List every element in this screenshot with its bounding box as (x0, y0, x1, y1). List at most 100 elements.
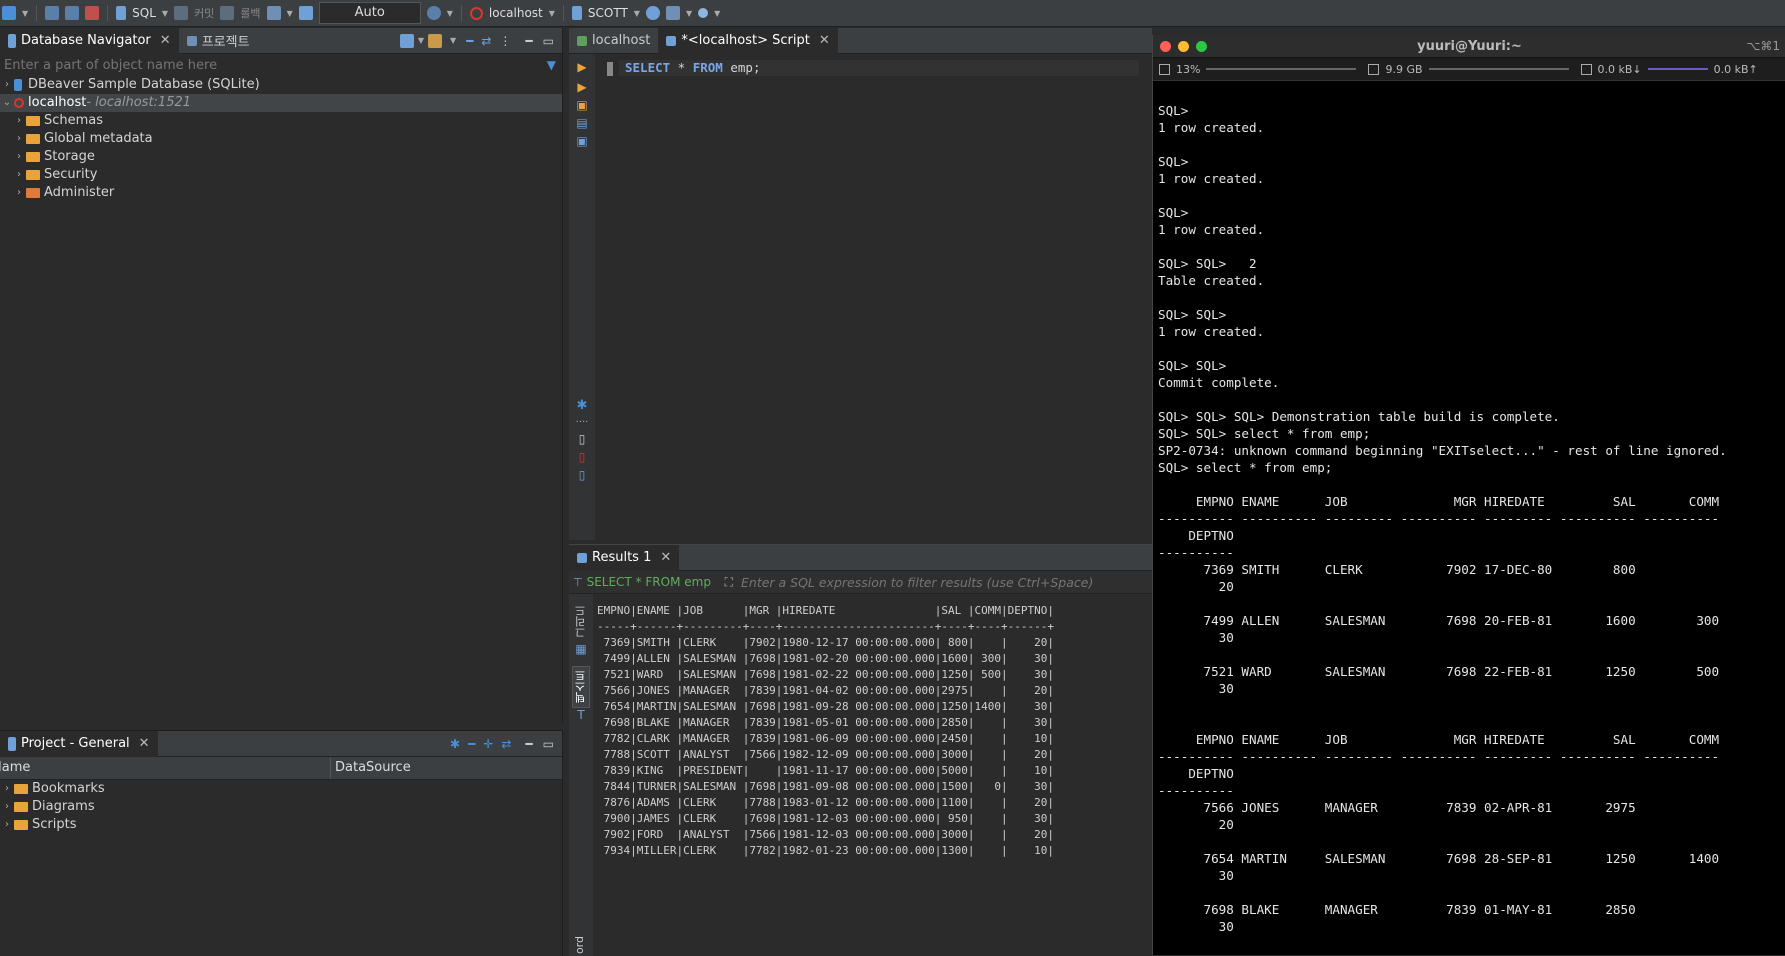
search-icon[interactable] (698, 8, 709, 18)
erd-icon[interactable] (665, 6, 680, 20)
chevron-right-icon[interactable]: › (12, 166, 26, 184)
project-item-bookmarks[interactable]: › Bookmarks (0, 780, 562, 798)
chevron-right-icon[interactable]: › (12, 130, 26, 148)
import-icon[interactable]: ▯ (569, 450, 595, 464)
project-item-diagrams[interactable]: › Diagrams (0, 798, 562, 816)
transaction-mode-display[interactable]: Auto (318, 2, 421, 24)
chevron-right-icon[interactable]: › (0, 76, 14, 94)
dashboard-icon[interactable] (645, 6, 660, 20)
document-icon[interactable]: ▯ (569, 468, 595, 482)
sql-editor-button[interactable]: SQL (132, 6, 156, 20)
record-view-tab[interactable]: ord (573, 936, 586, 954)
chevron-right-icon[interactable]: › (12, 148, 26, 166)
rollback-button[interactable]: 롤백 (240, 5, 260, 21)
chevron-down-icon[interactable]: ▼ (22, 9, 28, 18)
history-icon[interactable] (426, 6, 441, 20)
tab-script[interactable]: *<localhost> Script ✕ (658, 27, 838, 54)
tab-project-general[interactable]: Project - General ✕ (0, 730, 158, 757)
active-schema-selector[interactable]: SCOTT (588, 6, 628, 20)
chevron-right-icon[interactable]: › (12, 184, 26, 202)
editor-line-1[interactable]: SELECT * FROM emp; (607, 60, 1139, 76)
chevron-down-icon[interactable]: ▼ (714, 9, 720, 18)
results-text-view[interactable]: EMPNO|ENAME |JOB |MGR |HIREDATE |SAL |CO… (597, 603, 1149, 953)
link-editor-icon[interactable]: ⇄ (481, 34, 491, 48)
chevron-right-icon[interactable]: › (0, 798, 14, 816)
tree-item-security[interactable]: › Security (0, 166, 562, 184)
column-datasource[interactable]: DataSource (331, 757, 411, 779)
chevron-down-icon[interactable]: ▼ (686, 9, 692, 18)
chevron-down-icon[interactable]: ▼ (162, 9, 168, 18)
navigator-filter-row: ▼ (0, 54, 562, 76)
execute-statement-icon[interactable]: ▶ (569, 60, 595, 74)
chevron-right-icon[interactable]: › (0, 780, 14, 798)
export-icon[interactable]: ▯ (569, 432, 595, 446)
chevron-down-icon[interactable]: ▼ (287, 9, 293, 18)
chevron-down-icon[interactable]: ▼ (447, 9, 453, 18)
maximize-icon[interactable]: ▭ (543, 737, 554, 751)
configure-icon[interactable]: ✱ (450, 737, 460, 751)
tab-label: Database Navigator (21, 33, 151, 48)
rollback-icon[interactable] (220, 6, 235, 20)
active-connection-selector[interactable]: localhost (489, 6, 543, 20)
execute-new-tab-icon[interactable]: ▣ (569, 98, 595, 112)
minimize-window-icon[interactable] (1178, 40, 1189, 52)
zoom-window-icon[interactable] (1196, 40, 1207, 52)
chevron-down-icon[interactable]: ▼ (450, 36, 456, 45)
tree-item-sample-db[interactable]: › DBeaver Sample Database (SQLite) (0, 76, 562, 94)
tab-database-navigator[interactable]: Database Navigator ✕ (0, 27, 179, 54)
settings-icon[interactable]: ✱ (569, 398, 595, 413)
close-icon[interactable]: ✕ (819, 33, 830, 48)
chevron-down-icon[interactable]: ▼ (549, 9, 555, 18)
tree-item-label: Storage (44, 149, 95, 164)
tab-localhost[interactable]: localhost (569, 28, 658, 54)
folder-icon[interactable] (427, 33, 442, 48)
chevron-right-icon[interactable]: › (12, 112, 26, 130)
minimize-icon[interactable]: ━ (525, 34, 532, 48)
commit-icon[interactable] (174, 6, 189, 20)
filter-icon[interactable]: ▼ (547, 58, 556, 72)
minimize-icon[interactable]: ━ (525, 737, 532, 751)
execute-script-icon[interactable]: ▶ (569, 80, 595, 94)
grid-view-tab[interactable]: 그리드 (573, 602, 589, 642)
terminal-icon[interactable]: ▣ (569, 134, 595, 148)
tab-results-1[interactable]: Results 1 ✕ (569, 544, 680, 571)
tree-item-global-metadata[interactable]: › Global metadata (0, 130, 562, 148)
navigator-filter-input[interactable] (2, 56, 547, 74)
more-icon[interactable]: ⋮ (499, 34, 511, 48)
new-connection-icon[interactable] (2, 6, 16, 20)
link-editor-icon[interactable]: ⇄ (501, 737, 511, 751)
project-item-scripts[interactable]: › Scripts (0, 816, 562, 834)
close-icon[interactable]: ✕ (139, 736, 150, 751)
connect-icon[interactable] (45, 6, 60, 20)
close-icon[interactable]: ✕ (160, 33, 171, 48)
sql-editor-icon[interactable] (116, 6, 127, 20)
close-icon[interactable]: ✕ (660, 550, 671, 565)
collapse-all-icon[interactable]: ━ (468, 737, 475, 751)
collapse-all-icon[interactable]: ━ (466, 34, 473, 48)
chevron-down-icon[interactable]: ⌄ (0, 94, 14, 112)
chevron-down-icon[interactable]: ▼ (634, 9, 640, 18)
terminal-output[interactable]: SQL> 1 row created. SQL> 1 row created. … (1153, 81, 1785, 949)
column-name[interactable]: Name (0, 757, 331, 779)
tree-item-storage[interactable]: › Storage (0, 148, 562, 166)
new-connection-icon[interactable] (399, 33, 414, 48)
expand-icon[interactable]: ✛ (483, 737, 493, 751)
tree-item-schemas[interactable]: › Schemas (0, 112, 562, 130)
results-filter-input[interactable] (739, 573, 1152, 591)
tab-projects[interactable]: 프로젝트 (179, 28, 258, 54)
transaction-mode-icon[interactable] (266, 6, 281, 20)
tree-item-localhost[interactable]: ⌄ localhost - localhost:1521 (0, 94, 562, 112)
commit-button[interactable]: 커밋 (194, 5, 214, 21)
tree-item-administer[interactable]: › Administer (0, 184, 562, 202)
explain-plan-icon[interactable]: ▤ (569, 116, 595, 130)
disconnect-icon[interactable] (85, 6, 100, 20)
maximize-icon[interactable]: ▭ (543, 34, 554, 48)
more-icon[interactable]: ···· (569, 417, 595, 428)
chevron-right-icon[interactable]: › (0, 816, 14, 834)
text-view-tab[interactable]: 텍스트 (572, 666, 590, 708)
lock-icon[interactable] (298, 6, 313, 20)
chevron-down-icon[interactable]: ▼ (418, 36, 424, 45)
expand-icon[interactable]: ⛶ (725, 575, 733, 590)
reconnect-icon[interactable] (65, 6, 80, 20)
close-window-icon[interactable] (1160, 40, 1171, 52)
